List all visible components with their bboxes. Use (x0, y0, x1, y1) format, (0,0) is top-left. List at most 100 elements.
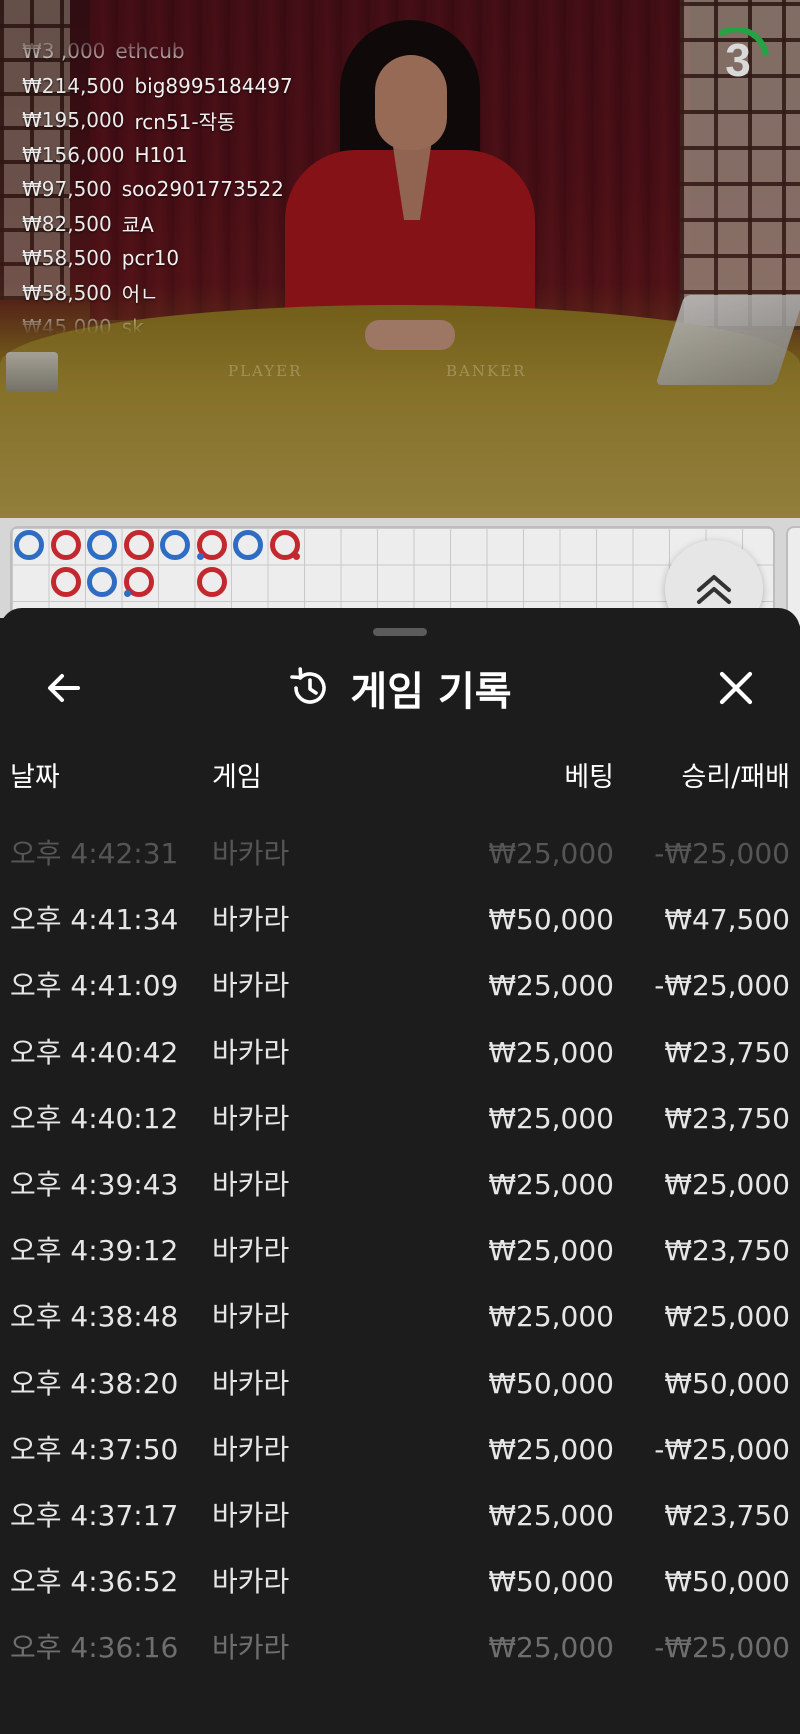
history-game: 바카라 (212, 903, 290, 937)
live-video-feed: PLAYER BANKER ₩3 ,000 ethcub ₩214,500 big89… (0, 0, 800, 518)
sheet-title: 게임 기록 (350, 669, 512, 715)
history-row[interactable]: 오후 4:37:50 바카라 ₩25,000 -₩25,000 (0, 1417, 800, 1483)
history-result: ₩23,750 (664, 1498, 790, 1532)
history-date: 오후 4:37:17 (10, 1498, 179, 1532)
history-bet: ₩25,000 (488, 1300, 614, 1334)
banker-pair-dot (292, 553, 300, 560)
back-button[interactable] (34, 658, 94, 718)
history-date: 오후 4:36:52 (10, 1565, 179, 1599)
title-group: 게임 기록 (0, 652, 800, 724)
player-bead (14, 530, 44, 560)
banker-bead (196, 530, 227, 560)
history-game: 바카라 (212, 1300, 290, 1334)
leaderboard-player-name: soo2901773522 (121, 177, 284, 202)
history-row[interactable]: 오후 4:40:42 바카라 ₩25,000 ₩23,750 (0, 1020, 800, 1086)
leaderboard-amount: ₩214,500 (22, 73, 125, 98)
player-bead (233, 530, 263, 560)
history-game: 바카라 (212, 1035, 290, 1069)
history-row[interactable]: 오후 4:38:20 바카라 ₩50,000 ₩50,000 (0, 1351, 800, 1417)
history-bet: ₩25,000 (488, 1631, 614, 1665)
leaderboard-amount: ₩58,500 (22, 280, 112, 305)
history-row[interactable]: 오후 4:38:48 바카라 ₩25,000 ₩25,000 (0, 1284, 800, 1350)
countdown-value: 3 (725, 34, 751, 86)
leaderboard-entry: ₩195,000 rcn51-작동 (22, 103, 322, 138)
history-row[interactable]: 오후 4:36:52 바카라 ₩50,000 ₩50,000 (0, 1549, 800, 1615)
history-date: 오후 4:38:48 (10, 1300, 179, 1334)
arrow-left-icon (48, 674, 80, 702)
close-button[interactable] (706, 658, 766, 718)
leaderboard-entry: ₩3 ,000 ethcub (22, 34, 322, 69)
history-icon (290, 667, 327, 704)
leaderboard-player-name: 어ㄴ (121, 282, 159, 307)
banker-bead (50, 566, 81, 597)
leaderboard-entry: ₩156,000 H101 (22, 138, 322, 173)
history-bet: ₩50,000 (488, 1366, 614, 1400)
game-history-sheet: 게임 기록 날짜 게임 베팅 승리/패배 오후 4:42:31 바카라 ₩25,00… (0, 608, 800, 1734)
history-bet: ₩25,000 (488, 1101, 614, 1135)
history-result: -₩25,000 (654, 1631, 790, 1665)
banker-bead (123, 566, 154, 597)
close-icon (719, 671, 753, 705)
history-date: 오후 4:40:42 (10, 1035, 179, 1069)
history-row[interactable]: 오후 4:39:12 바카라 ₩25,000 ₩23,750 (0, 1218, 800, 1284)
sheet-drag-handle[interactable] (373, 628, 427, 636)
leaderboard-amount: ₩195,000 (22, 108, 125, 133)
player-pair-dot (123, 589, 131, 597)
player-bead (160, 530, 190, 560)
history-bet: ₩25,000 (488, 1234, 614, 1268)
history-bet: ₩50,000 (488, 1565, 614, 1599)
history-result: -₩25,000 (654, 837, 790, 870)
history-row[interactable]: 오후 4:40:12 바카라 ₩25,000 ₩23,750 (0, 1086, 800, 1152)
history-game: 바카라 (212, 1101, 290, 1135)
history-result: ₩47,500 (664, 903, 790, 937)
history-date: 오후 4:41:34 (10, 903, 179, 937)
leaderboard-entry: ₩82,500 쿄A (22, 207, 322, 242)
app-screen: PLAYER BANKER ₩3 ,000 ethcub ₩214,500 big89… (0, 0, 800, 1734)
history-date: 오후 4:41:09 (10, 969, 179, 1003)
history-date: 오후 4:37:50 (10, 1432, 179, 1466)
leaderboard-player-name: pcr10 (121, 246, 180, 271)
history-date: 오후 4:36:16 (10, 1631, 179, 1665)
history-date: 오후 4:42:31 (10, 837, 179, 870)
history-game: 바카라 (212, 1234, 290, 1268)
history-game: 바카라 (212, 969, 290, 1003)
history-row[interactable]: 오후 4:41:09 바카라 ₩25,000 -₩25,000 (0, 953, 800, 1019)
history-result: -₩25,000 (654, 1432, 790, 1466)
player-bead (87, 530, 117, 560)
history-bet: ₩25,000 (488, 1432, 614, 1466)
history-result: ₩25,000 (664, 1167, 790, 1201)
column-header-bet: 베팅 (564, 762, 614, 793)
history-game: 바카라 (212, 1167, 290, 1201)
history-result: ₩23,750 (664, 1101, 790, 1135)
history-result: -₩25,000 (654, 969, 790, 1003)
banker-bead (123, 530, 154, 560)
history-list[interactable]: 오후 4:42:31 바카라 ₩25,000 -₩25,000 오후 4:41:34 바카… (0, 821, 800, 1681)
player-pair-dot (196, 553, 204, 560)
history-game: 바카라 (212, 1432, 290, 1466)
history-row[interactable]: 오후 4:41:34 바카라 ₩50,000 ₩47,500 (0, 887, 800, 953)
history-bet: ₩25,000 (488, 1035, 614, 1069)
column-header-result: 승리/패배 (681, 762, 790, 793)
column-header-date: 날짜 (10, 762, 60, 793)
history-row[interactable]: 오후 4:36:16 바카라 ₩25,000 -₩25,000 (0, 1615, 800, 1681)
history-result: ₩50,000 (664, 1366, 790, 1400)
history-row[interactable]: 오후 4:37:17 바카라 ₩25,000 ₩23,750 (0, 1483, 800, 1549)
leaderboard-entry: ₩45,000 sk (22, 310, 322, 334)
history-row[interactable]: 오후 4:42:31 바카라 ₩25,000 -₩25,000 (0, 821, 800, 887)
leaderboard-amount: ₩97,500 (22, 177, 112, 202)
sheet-header: 게임 기록 (0, 652, 800, 724)
leaderboard-entry: ₩58,500 pcr10 (22, 241, 322, 276)
history-bet: ₩25,000 (488, 1167, 614, 1201)
leaderboard-entry: ₩58,500 어ㄴ (22, 276, 322, 311)
leaderboard-amount: ₩82,500 (22, 211, 112, 236)
banker-bead (196, 566, 227, 597)
history-bet: ₩25,000 (488, 1498, 614, 1532)
leaderboard-entry: ₩214,500 big8995184497 (22, 69, 322, 104)
history-game: 바카라 (212, 1366, 290, 1400)
leaderboard-amount: ₩45,000 (22, 315, 112, 334)
history-row[interactable]: 오후 4:39:43 바카라 ₩25,000 ₩25,000 (0, 1152, 800, 1218)
history-result: ₩23,750 (664, 1035, 790, 1069)
history-game: 바카라 (212, 1498, 290, 1532)
leaderboard-player-name: 쿄A (121, 213, 154, 238)
column-header-game: 게임 (212, 762, 262, 793)
